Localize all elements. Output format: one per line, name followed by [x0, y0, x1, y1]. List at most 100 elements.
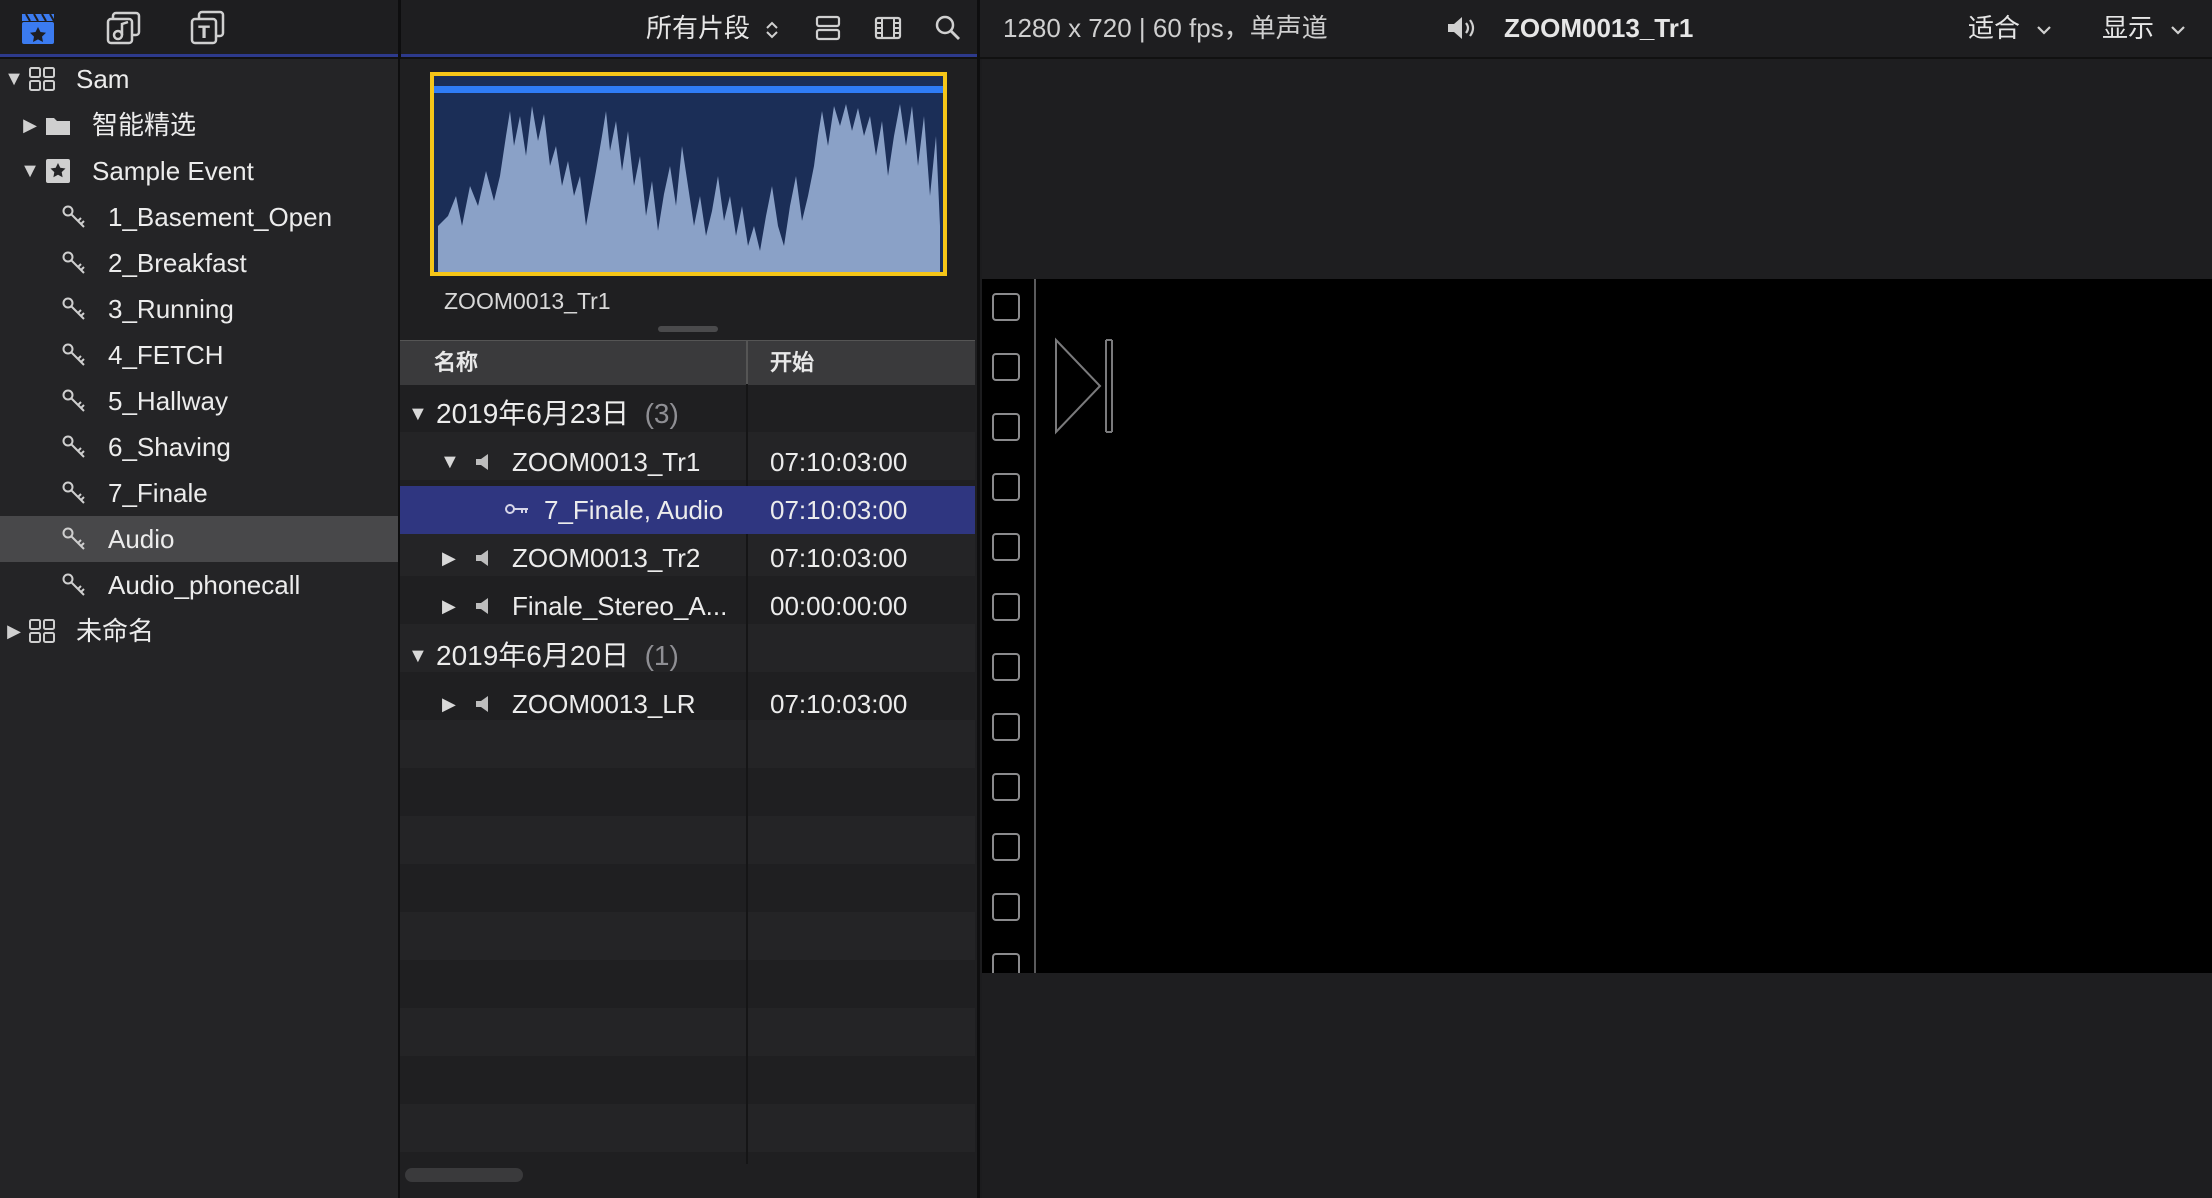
toolbar: T 所有片段 1280 x 720 | 60 fps，单声道 ZOOM0013_…: [0, 0, 2212, 59]
sidebar-item-label: 1_Basement_Open: [108, 202, 333, 232]
sidebar-item-library-untitled[interactable]: ▶ 未命名: [0, 608, 398, 654]
sidebar-item-keyword[interactable]: 1_Basement_Open: [0, 194, 398, 240]
view-dropdown[interactable]: 显示: [2102, 0, 2187, 56]
clip-name: Finale_Stereo_A...: [512, 591, 728, 621]
disclosure-closed-icon[interactable]: ▶: [442, 534, 456, 582]
search-icon[interactable]: [928, 8, 968, 48]
keyword-tag-icon: [505, 504, 528, 514]
list-item[interactable]: ▶ ZOOM0013_Tr2 07:10:03:00: [400, 534, 975, 582]
zoom-label: 适合: [1968, 13, 2021, 43]
video-canvas[interactable]: [982, 279, 2212, 973]
disclosure-open-icon[interactable]: ▼: [440, 438, 460, 486]
chevron-down-icon: [2171, 26, 2186, 35]
list-header: 名称 开始: [400, 340, 975, 385]
browser-viewer-divider[interactable]: [977, 0, 980, 1198]
filmstrip-icon[interactable]: [868, 8, 908, 48]
list-group-row[interactable]: ▼ 2019年6月20日 (1): [400, 632, 975, 680]
sidebar-item-label: 5_Hallway: [108, 386, 228, 416]
audio-clip-thumbnail[interactable]: [430, 72, 947, 276]
sidebar-item-keyword-selected[interactable]: Audio: [0, 516, 398, 562]
list-group-row[interactable]: ▼ 2019年6月23日 (3): [400, 390, 975, 438]
clip-name: ZOOM0013_LR: [512, 689, 696, 719]
sidebar-item-label: 2_Breakfast: [108, 248, 247, 278]
event-star-icon: [46, 159, 70, 183]
sidebar-item-keyword[interactable]: 3_Running: [0, 286, 398, 332]
sidebar-item-label: 7_Finale: [108, 478, 208, 508]
list-item[interactable]: ▶ ZOOM0013_LR 07:10:03:00: [400, 680, 975, 728]
library-icon: [29, 67, 55, 91]
clip-name: ZOOM0013_Tr1: [512, 447, 701, 477]
list-stripe: [400, 912, 975, 960]
disclosure-open-icon[interactable]: ▼: [4, 56, 24, 102]
disclosure-closed-icon[interactable]: ▶: [442, 680, 456, 728]
list-item[interactable]: ▼ ZOOM0013_Tr1 07:10:03:00: [400, 438, 975, 486]
disclosure-open-icon[interactable]: ▼: [408, 390, 428, 438]
audio-clip-icon: [476, 454, 488, 470]
clip-name: 7_Finale, Audio: [544, 495, 724, 525]
sidebar-item-label: 4_FETCH: [108, 340, 224, 370]
view-label: 显示: [2102, 13, 2155, 43]
sidebar-item-label: 3_Running: [108, 294, 234, 324]
sidebar-item-keyword[interactable]: Audio_phonecall: [0, 562, 398, 608]
clip-filter-label: 所有片段: [646, 13, 751, 43]
keyword-icon: [62, 435, 85, 458]
film-sprocket: [992, 773, 1020, 801]
up-down-chevron-icon: [766, 21, 778, 39]
disclosure-closed-icon[interactable]: ▶: [20, 102, 40, 148]
sidebar-item-sample-event[interactable]: ▼ Sample Event: [0, 148, 398, 194]
sidebar-item-smart-collections[interactable]: ▶ 智能精选: [0, 102, 398, 148]
speaker-icon[interactable]: [1442, 8, 1482, 48]
group-title: 2019年6月20日 (1): [436, 632, 679, 680]
clip-filter-dropdown[interactable]: 所有片段: [646, 0, 781, 56]
film-sprocket: [992, 653, 1020, 681]
library-icon: [29, 619, 55, 643]
audio-clip-icon: [476, 696, 488, 712]
film-sprocket: [992, 713, 1020, 741]
column-divider[interactable]: [746, 340, 748, 384]
sidebar-item-label: 未命名: [76, 616, 155, 646]
film-sprocket: [992, 413, 1020, 441]
sidebar-item-keyword[interactable]: 6_Shaving: [0, 424, 398, 470]
resize-handle[interactable]: [658, 326, 718, 332]
column-header-start[interactable]: 开始: [770, 341, 814, 385]
list-item-selected[interactable]: 7_Finale, Audio 07:10:03:00: [400, 486, 975, 534]
keyword-icon: [62, 573, 85, 596]
disclosure-open-icon[interactable]: ▼: [20, 148, 40, 194]
photos-audio-icon[interactable]: [104, 8, 144, 48]
sidebar-item-keyword[interactable]: 4_FETCH: [0, 332, 398, 378]
group-count: (3): [644, 398, 679, 429]
libraries-clapper-icon[interactable]: [18, 8, 58, 48]
audio-clip-icon: [476, 550, 488, 566]
sidebar-item-keyword[interactable]: 7_Finale: [0, 470, 398, 516]
end-of-clip-icon: [1055, 337, 1113, 435]
disclosure-open-icon[interactable]: ▼: [408, 632, 428, 680]
sidebar-item-label: Audio: [108, 524, 175, 554]
sidebar-item-label: Sample Event: [92, 156, 254, 186]
sidebar-item-label: 6_Shaving: [108, 432, 231, 462]
disclosure-closed-icon[interactable]: ▶: [4, 608, 24, 654]
zoom-dropdown[interactable]: 适合: [1968, 0, 2053, 56]
titles-generators-icon[interactable]: T: [188, 8, 228, 48]
folder-icon: [46, 118, 70, 135]
film-sprocket: [992, 833, 1020, 861]
sidebar-item-library-sam[interactable]: ▼ Sam: [0, 56, 398, 102]
list-stripe: [400, 816, 975, 864]
group-count: (1): [644, 640, 679, 671]
sidebar-item-keyword[interactable]: 2_Breakfast: [0, 240, 398, 286]
film-sprocket: [992, 533, 1020, 561]
format-info: 1280 x 720 | 60 fps，单声道: [1003, 13, 1328, 43]
clip-start: 07:10:03:00: [770, 495, 908, 525]
horizontal-scrollbar[interactable]: [405, 1168, 523, 1182]
column-header-name[interactable]: 名称: [434, 341, 478, 385]
group-date: 2019年6月23日: [436, 398, 630, 429]
clip-start: 00:00:00:00: [770, 591, 908, 621]
disclosure-closed-icon[interactable]: ▶: [442, 582, 456, 630]
filmstrip-edge: [1034, 279, 1036, 973]
sidebar-item-label: Sam: [76, 64, 130, 94]
chevron-down-icon: [2037, 26, 2052, 35]
list-item[interactable]: ▶ Finale_Stereo_A... 00:00:00:00: [400, 582, 975, 630]
sidebar-item-keyword[interactable]: 5_Hallway: [0, 378, 398, 424]
film-sprocket: [992, 953, 1020, 973]
clip-start: 07:10:03:00: [770, 447, 908, 477]
clip-appearance-icon[interactable]: [808, 8, 848, 48]
